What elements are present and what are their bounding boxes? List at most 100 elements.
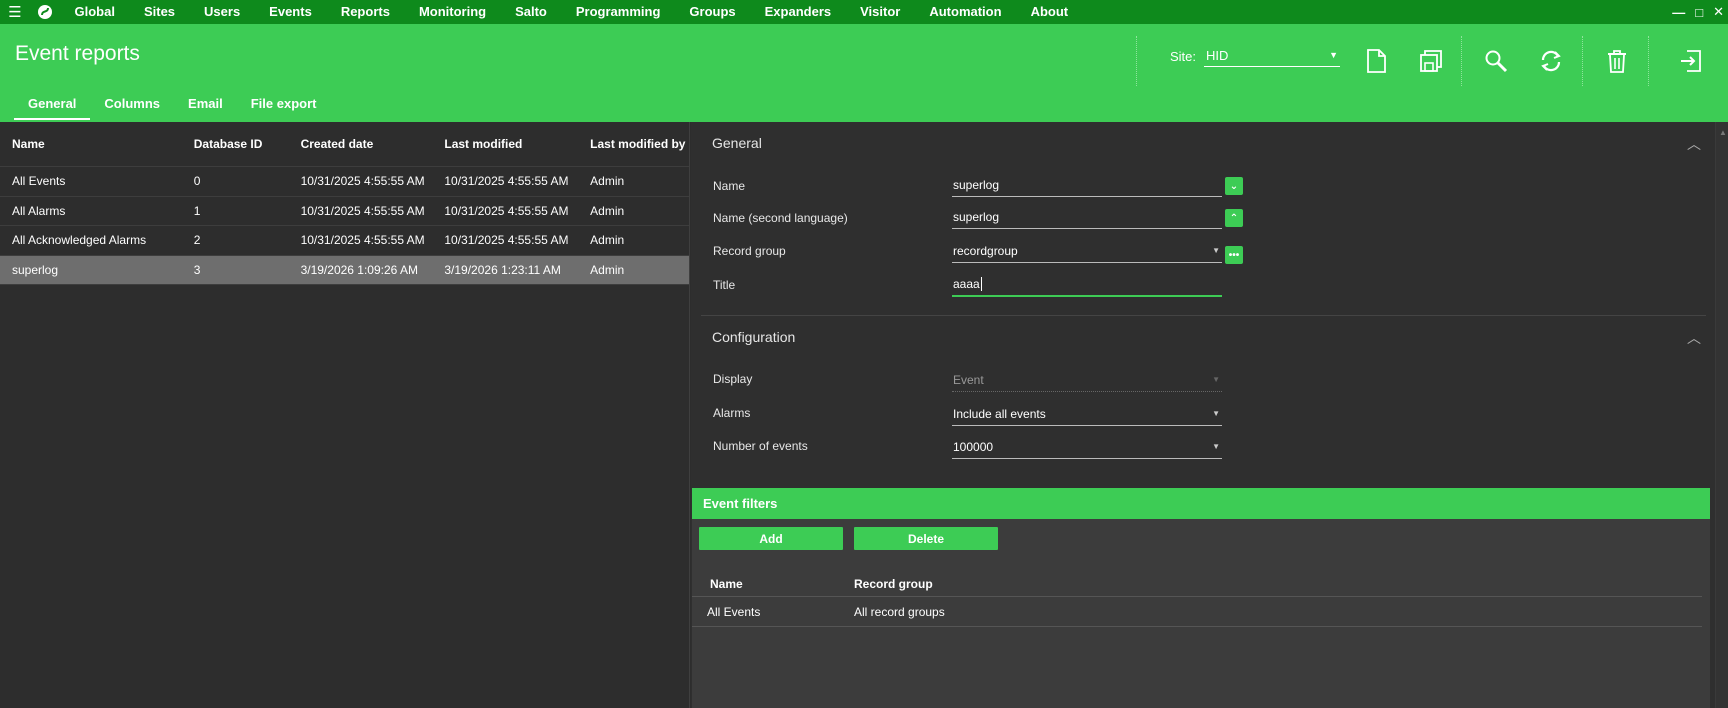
number-of-events-label: Number of events — [713, 439, 808, 453]
menu-salto[interactable]: Salto — [501, 0, 562, 24]
cell-last-modified: 10/31/2025 4:55:55 AM — [444, 233, 569, 248]
table-row[interactable]: All Alarms 1 10/31/2025 4:55:55 AM 10/31… — [0, 197, 689, 226]
column-header-name[interactable]: Name — [0, 137, 194, 151]
alarms-label: Alarms — [713, 406, 751, 420]
cell-last-modified: 10/31/2025 4:55:55 AM — [444, 174, 569, 189]
tab-file-export[interactable]: File export — [237, 96, 331, 120]
exit-button[interactable] — [1674, 44, 1708, 78]
cell-last-modified-by: Admin — [590, 203, 625, 218]
menu-automation[interactable]: Automation — [915, 0, 1016, 24]
toolbar-divider — [1461, 36, 1462, 86]
chevron-up-icon: ⌃ — [1229, 212, 1239, 224]
chevron-up-icon[interactable]: ︿ — [1687, 328, 1701, 348]
site-dropdown[interactable]: HID ▼ — [1204, 46, 1341, 67]
delete-filter-button[interactable]: Delete — [854, 527, 998, 550]
cell-database-id: 0 — [193, 174, 201, 189]
menu-monitoring[interactable]: Monitoring — [404, 0, 500, 24]
display-dropdown: Event ▼ — [952, 373, 1222, 392]
trash-icon — [1608, 50, 1626, 73]
column-header-record-group[interactable]: Record group — [854, 577, 933, 591]
maximize-icon[interactable]: □ — [1695, 5, 1703, 20]
page-header: Event reports Site: HID ▼ General Column… — [0, 24, 1728, 122]
delete-button[interactable] — [1600, 44, 1634, 78]
scroll-up-icon[interactable]: ▲ — [1719, 128, 1727, 137]
column-header-database-id[interactable]: Database ID — [194, 137, 301, 151]
refresh-button[interactable] — [1534, 44, 1568, 78]
event-filters-panel: Add Delete Name Record group All Events … — [692, 519, 1710, 708]
column-header-created-date[interactable]: Created date — [301, 137, 445, 151]
language-up-button[interactable]: ⌃ — [1225, 209, 1243, 227]
tab-email[interactable]: Email — [174, 96, 237, 120]
menu-sites[interactable]: Sites — [129, 0, 189, 24]
site-value: HID — [1206, 48, 1229, 63]
reports-table: Name Database ID Created date Last modif… — [0, 122, 690, 708]
name-second-language-value: superlog — [953, 210, 1000, 224]
name-second-language-field[interactable]: superlog — [952, 210, 1222, 229]
tab-columns[interactable]: Columns — [90, 96, 174, 120]
menu-expanders[interactable]: Expanders — [750, 0, 845, 24]
tab-general[interactable]: General — [14, 96, 91, 120]
table-row[interactable]: All Events 0 10/31/2025 4:55:55 AM 10/31… — [0, 167, 689, 197]
toolbar-divider — [1582, 36, 1583, 86]
page-title: Event reports — [15, 42, 140, 65]
search-button[interactable] — [1479, 44, 1513, 78]
hamburger-menu-icon[interactable]: ☰ — [0, 0, 30, 24]
minimize-icon[interactable]: — — [1672, 5, 1685, 20]
column-header-last-modified[interactable]: Last modified — [444, 137, 590, 151]
display-value: Event — [953, 373, 984, 387]
name-value: superlog — [953, 178, 1000, 192]
menu-programming[interactable]: Programming — [561, 0, 675, 24]
dropdown-arrow-icon: ▼ — [1212, 246, 1220, 255]
menu-groups[interactable]: Groups — [675, 0, 750, 24]
menu-global[interactable]: Global — [60, 0, 129, 24]
app-logo-icon — [30, 0, 60, 24]
close-icon[interactable]: ✕ — [1713, 4, 1724, 20]
cell-name: All Events — [707, 605, 761, 619]
number-of-events-dropdown[interactable]: 100000 ▼ — [952, 440, 1222, 459]
record-group-dropdown[interactable]: recordgroup ▼ — [952, 244, 1222, 263]
cell-created-date: 10/31/2025 4:55:55 AM — [300, 233, 425, 248]
menu-events[interactable]: Events — [255, 0, 327, 24]
general-section-title: General — [712, 135, 762, 151]
cell-created-date: 10/31/2025 4:55:55 AM — [300, 203, 425, 218]
menu-visitor[interactable]: Visitor — [846, 0, 915, 24]
cell-created-date: 3/19/2026 1:09:26 AM — [300, 262, 419, 277]
table-header: Name Database ID Created date Last modif… — [0, 122, 689, 167]
alarms-dropdown[interactable]: Include all events ▼ — [952, 407, 1222, 426]
cell-last-modified: 10/31/2025 4:55:55 AM — [444, 203, 569, 218]
record-group-more-button[interactable]: ••• — [1225, 246, 1243, 264]
save-button[interactable] — [1414, 44, 1448, 78]
name-second-language-label: Name (second language) — [713, 211, 848, 225]
menu-bar: ☰ Global Sites Users Events Reports Moni… — [0, 0, 1728, 24]
cell-last-modified-by: Admin — [590, 233, 625, 248]
language-down-button[interactable]: ⌄ — [1225, 177, 1243, 195]
display-label: Display — [713, 372, 753, 386]
cell-name: All Alarms — [12, 203, 66, 218]
vertical-scrollbar[interactable]: ▲ — [1715, 122, 1728, 708]
toolbar-divider — [1648, 36, 1649, 86]
column-header-last-modified-by[interactable]: Last modified by — [590, 137, 689, 151]
table-row-selected[interactable]: superlog 3 3/19/2026 1:09:26 AM 3/19/202… — [0, 255, 689, 285]
search-icon — [1485, 50, 1508, 73]
cell-database-id: 3 — [193, 262, 201, 277]
chevron-up-icon[interactable]: ︿ — [1687, 134, 1701, 154]
new-document-button[interactable] — [1359, 44, 1393, 78]
chevron-down-icon: ▼ — [1329, 50, 1339, 60]
add-filter-button[interactable]: Add — [699, 527, 843, 550]
cell-created-date: 10/31/2025 4:55:55 AM — [300, 174, 425, 189]
menu-users[interactable]: Users — [190, 0, 255, 24]
menu-reports[interactable]: Reports — [326, 0, 404, 24]
title-field[interactable]: aaaa — [952, 277, 1222, 297]
refresh-icon — [1541, 50, 1561, 72]
cell-database-id: 2 — [193, 233, 201, 248]
cell-name: All Acknowledged Alarms — [12, 233, 147, 248]
cell-name: All Events — [12, 174, 66, 189]
column-header-name[interactable]: Name — [710, 577, 743, 591]
tab-bar: General Columns Email File export — [14, 96, 330, 120]
name-field[interactable]: superlog — [952, 178, 1222, 197]
menu-about[interactable]: About — [1016, 0, 1083, 24]
title-value: aaaa — [953, 277, 980, 291]
record-group-label: Record group — [713, 244, 786, 258]
table-row[interactable]: All Events All record groups — [692, 599, 1702, 627]
table-row[interactable]: All Acknowledged Alarms 2 10/31/2025 4:5… — [0, 226, 689, 256]
